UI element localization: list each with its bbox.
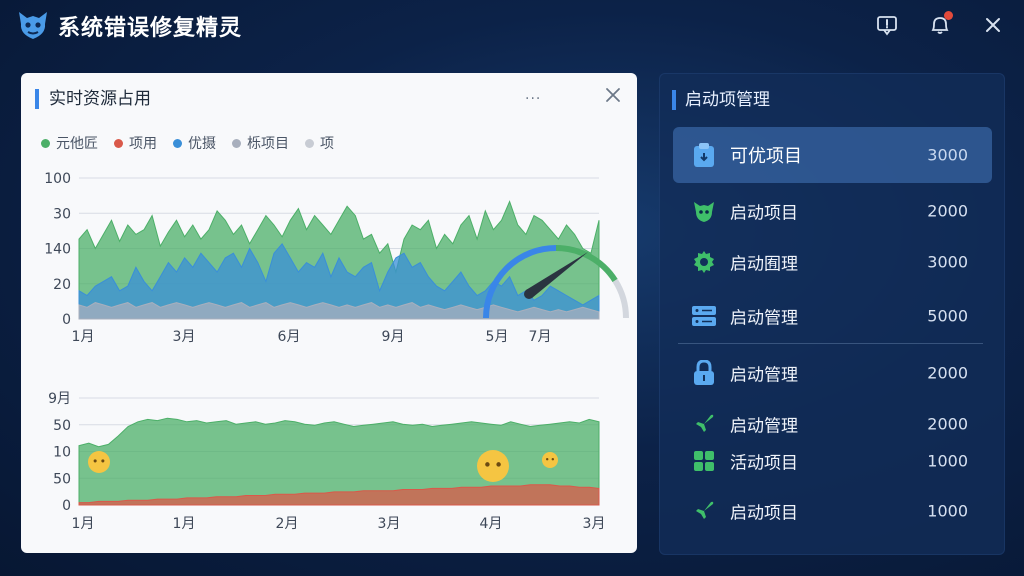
mascot-badge-icon — [542, 452, 558, 468]
item-value: 1000 — [927, 501, 968, 521]
mascot-eye — [485, 462, 490, 467]
startup-manager-panel: 启动项管理 可优项目 3000 启动项目 2000 启动囿理 3000 启动管理… — [659, 73, 1005, 555]
y-tick-label: 100 — [44, 171, 71, 187]
startup-item[interactable]: 启动管理 5000 — [673, 288, 992, 344]
clipboard-icon — [691, 142, 717, 168]
item-label: 启动项目 — [730, 503, 798, 524]
startup-item[interactable]: 可优项目 3000 — [673, 127, 992, 183]
x-tick-label: 9月 — [382, 329, 405, 345]
mascot-eye — [546, 458, 549, 461]
title-bar: 系统错误修复精灵 — [0, 0, 1024, 50]
item-label: 启动项目 — [730, 203, 798, 224]
mascot-badge-icon — [477, 450, 509, 482]
item-value: 3000 — [927, 252, 968, 272]
grid-icon — [691, 448, 717, 474]
x-tick-label: 4月 — [480, 516, 503, 532]
y-tick-label: 0 — [62, 312, 71, 328]
x-tick-label: 5月 — [486, 329, 509, 345]
item-value: 2000 — [927, 363, 968, 383]
close-window-button[interactable] — [979, 11, 1007, 39]
mascot-eye — [101, 459, 105, 463]
y-tick-label: 9月 — [48, 391, 71, 407]
mascot-eye — [496, 462, 501, 467]
x-tick-label: 3月 — [583, 516, 606, 532]
app-title: 系统错误修复精灵 — [58, 16, 243, 41]
mascot-eye — [93, 459, 97, 463]
item-label: 启动管理 — [730, 308, 798, 329]
x-tick-label: 1月 — [173, 516, 196, 532]
plane-icon — [691, 498, 717, 524]
list-divider — [678, 343, 983, 344]
server-icon — [691, 303, 717, 329]
startup-item[interactable]: 活动项目 1000 — [673, 433, 992, 489]
resource-usage-card: 实时资源占用 ··· 元他匠 项用 优摄 栎项目 项 100 30 140 20 0 1月… — [21, 73, 637, 553]
x-tick-label: 1月 — [72, 516, 95, 532]
notification-button[interactable] — [926, 11, 954, 39]
item-value: 2000 — [927, 201, 968, 221]
item-value: 3000 — [927, 145, 968, 165]
item-label: 启动管理 — [730, 365, 798, 386]
y-tick-label: 10 — [53, 445, 71, 461]
y-tick-label: 0 — [62, 498, 71, 514]
item-value: 5000 — [927, 306, 968, 326]
gauge-hub — [524, 289, 534, 299]
gear-icon — [691, 249, 717, 275]
item-label: 启动囿理 — [730, 254, 798, 275]
gauge-arc-gray — [612, 278, 629, 319]
item-value: 1000 — [927, 451, 968, 471]
resource-charts: 100301402001月 3月 6月 9月 5月 7月9月50105001月 1月 2月 3月… — [44, 171, 629, 532]
item-value: 2000 — [927, 414, 968, 434]
y-tick-label: 20 — [53, 277, 71, 293]
x-tick-label: 2月 — [276, 516, 299, 532]
x-tick-label: 7月 — [529, 329, 552, 345]
y-tick-label: 50 — [53, 418, 71, 434]
item-label: 可优项目 — [730, 146, 802, 167]
item-label: 活动项目 — [730, 453, 798, 474]
panel-title: 启动项管理 — [672, 90, 770, 110]
startup-item[interactable]: 启动管理 2000 — [673, 345, 992, 401]
y-tick-label: 30 — [53, 206, 71, 222]
x-tick-label: 3月 — [173, 329, 196, 345]
x-tick-label: 3月 — [378, 516, 401, 532]
notification-badge — [944, 11, 953, 20]
startup-item[interactable]: 启动项目 1000 — [673, 483, 992, 539]
feedback-button[interactable] — [873, 11, 901, 39]
mascot-eye — [551, 458, 554, 461]
mascot-icon — [691, 198, 717, 224]
y-tick-label: 50 — [53, 471, 71, 487]
startup-item[interactable]: 启动囿理 3000 — [673, 234, 992, 290]
app-logo-icon — [16, 8, 50, 42]
close-icon — [986, 18, 1000, 32]
y-tick-label: 140 — [44, 242, 71, 258]
lock-icon — [691, 360, 717, 386]
x-tick-label: 1月 — [72, 329, 95, 345]
x-tick-label: 6月 — [278, 329, 301, 345]
mascot-badge-icon — [88, 451, 110, 473]
startup-item[interactable]: 启动项目 2000 — [673, 183, 992, 239]
feedback-icon — [877, 16, 897, 36]
